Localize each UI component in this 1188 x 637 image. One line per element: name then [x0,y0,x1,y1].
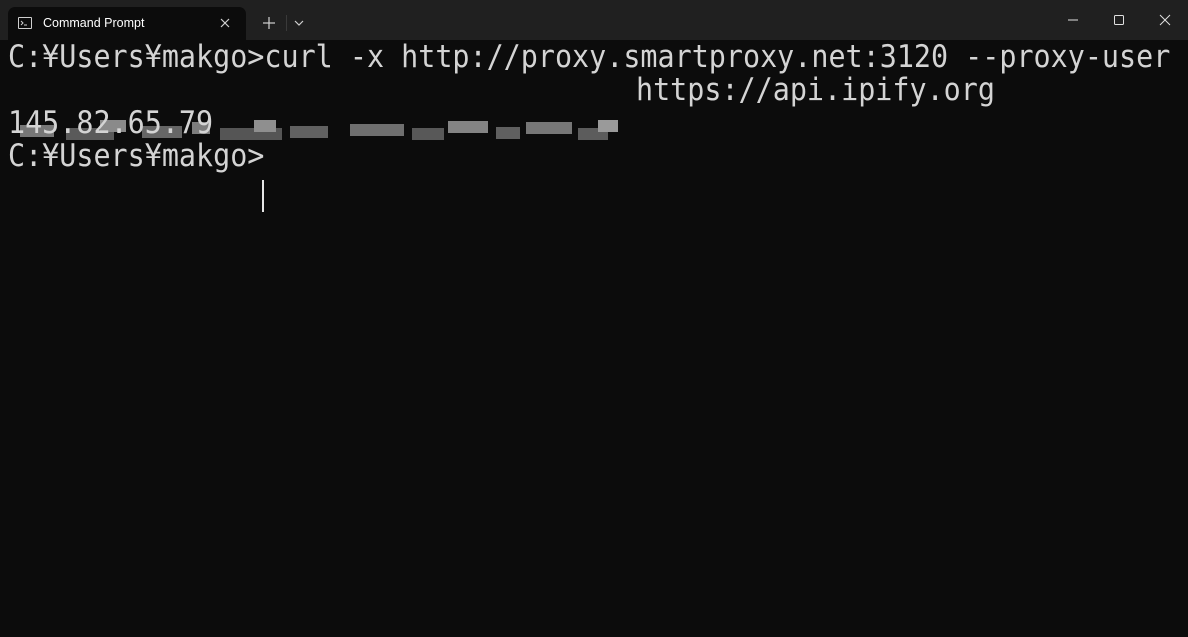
close-window-button[interactable] [1142,0,1188,40]
minimize-button[interactable] [1050,0,1096,40]
console-line-command: C:¥Users¥makgo>curl -x http://proxy.smar… [8,38,1171,75]
minimize-icon [1068,19,1078,21]
console-line-prompt: C:¥Users¥makgo> [8,137,265,174]
divider [286,15,287,31]
console-line-output: 145.82.65.79 [8,104,214,141]
plus-icon [263,17,275,29]
console-line-url: https://api.ipify.org [636,71,995,108]
terminal-window: Command Prompt C:¥Users¥makgo>curl -x ht… [0,0,1188,637]
maximize-button[interactable] [1096,0,1142,40]
tab-title: Command Prompt [43,16,145,30]
maximize-icon [1114,15,1124,25]
new-tab-button[interactable] [258,12,280,34]
chevron-down-icon [294,20,304,26]
tab-dropdown-button[interactable] [290,12,308,34]
close-icon [1159,14,1171,26]
cmd-icon [18,17,32,29]
tab-command-prompt[interactable]: Command Prompt [8,7,246,40]
close-tab-icon[interactable] [217,15,233,31]
title-bar: Command Prompt [0,0,1188,40]
text-cursor [262,180,264,212]
